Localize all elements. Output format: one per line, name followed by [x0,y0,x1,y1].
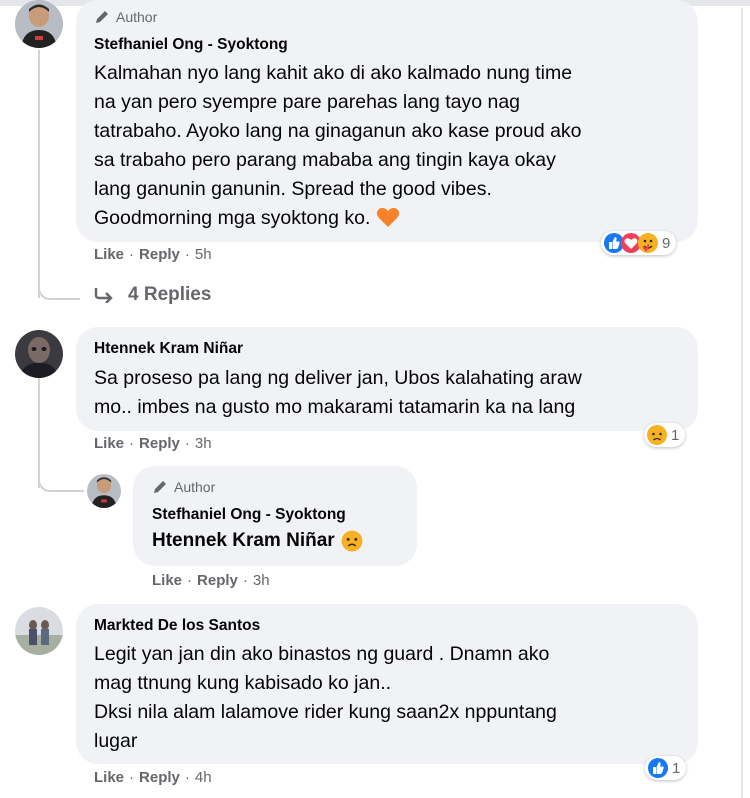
separator: · [242,572,248,589]
timestamp[interactable]: 3h [253,572,270,589]
sad-face-icon [341,530,363,552]
like-button[interactable]: Like [94,246,124,263]
reply-arrow-icon [94,288,113,303]
reply-button[interactable]: Reply [139,769,180,786]
reaction-count: 1 [672,759,681,777]
profile-photo-icon [15,0,63,48]
commenter-name[interactable]: Stefhaniel Ong - Syoktong [152,506,346,524]
separator: · [184,769,190,786]
reaction-count: 1 [671,426,680,444]
profile-photo-icon [15,330,63,378]
orange-heart-icon [376,207,399,227]
separator: · [129,769,135,786]
reaction-summary[interactable]: 1 [644,423,686,447]
comment-text: Legit yan jan din ako binastos ng guard … [94,643,557,752]
reaction-summary[interactable]: 9 [601,231,677,255]
reply-actions: Like · Reply · 3h [152,572,270,589]
reply-button[interactable]: Reply [197,572,238,589]
comment-actions: Like · Reply · 4h [94,769,212,786]
author-badge-label: Author [116,9,158,25]
like-reaction-icon [648,758,668,778]
pencil-icon [96,11,108,23]
avatar[interactable] [15,607,63,655]
timestamp[interactable]: 4h [195,769,212,786]
mention-link[interactable]: Htennek Kram Niñar [152,530,335,552]
avatar[interactable] [15,330,63,378]
separator: · [129,435,135,452]
thread-line [38,50,40,298]
care-reaction-icon [638,233,658,253]
avatar[interactable] [15,0,63,48]
timestamp[interactable]: 3h [195,435,212,452]
scrollbar-track[interactable] [741,8,743,798]
author-badge: Author [94,9,157,25]
thread-elbow [38,270,80,300]
separator: · [184,435,190,452]
thread-elbow [38,462,84,492]
comment-actions: Like · Reply · 3h [94,435,212,452]
reaction-count: 9 [662,234,671,252]
pencil-icon [154,481,166,493]
separator: · [184,246,190,263]
avatar[interactable] [87,474,121,508]
separator: · [129,246,135,263]
comment-text-content: Kalmahan nyo lang kahit ako di ako kalma… [94,62,582,229]
comment-text: Sa proseso pa lang ng deliver jan, Ubos … [94,367,582,418]
commenter-name[interactable]: Stefhaniel Ong - Syoktong [94,36,288,54]
timestamp[interactable]: 5h [195,246,212,263]
reply-button[interactable]: Reply [139,435,180,452]
like-button[interactable]: Like [94,435,124,452]
commenter-name[interactable]: Markted De los Santos [94,617,260,635]
profile-photo-icon [15,607,63,655]
view-replies-label: 4 Replies [128,284,212,305]
profile-photo-icon [87,474,121,508]
author-badge: Author [152,479,215,495]
comment-text: Kalmahan nyo lang kahit ako di ako kalma… [94,59,694,233]
author-badge-label: Author [174,479,216,495]
view-replies-link[interactable]: 4 Replies [94,284,211,306]
separator: · [187,572,193,589]
reply-button[interactable]: Reply [139,246,180,263]
commenter-name[interactable]: Htennek Kram Niñar [94,340,243,358]
like-button[interactable]: Like [94,769,124,786]
reply-text: Htennek Kram Niñar [152,530,363,552]
comment-actions: Like · Reply · 5h [94,246,212,263]
like-button[interactable]: Like [152,572,182,589]
sad-reaction-icon [647,425,667,445]
reaction-summary[interactable]: 1 [645,756,687,780]
